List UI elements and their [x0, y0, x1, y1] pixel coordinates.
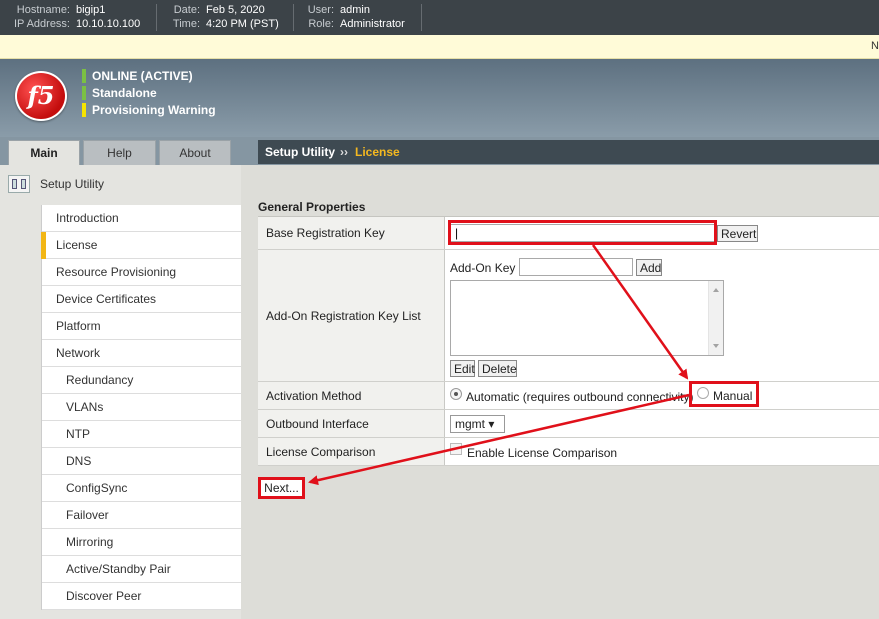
datetime-info: Date: Feb 5, 2020 Time: 4:20 PM (PST) [168, 3, 279, 31]
host-info: Hostname: bigip1 IP Address: 10.10.10.100 [10, 3, 140, 31]
hostname-label: Hostname: [16, 4, 70, 16]
main-content: General Properties Base Registration Key… [241, 165, 879, 619]
comparison-label: License Comparison [266, 445, 376, 459]
next-button[interactable]: Next... [258, 477, 305, 499]
sidebar-item-license[interactable]: License [41, 232, 241, 259]
status-standalone-text: Standalone [92, 86, 157, 100]
manual-label: Manual [713, 389, 757, 403]
status-online-text: ONLINE (ACTIVE) [92, 69, 193, 83]
row-addon-keys: Add-On Registration Key List Add-On Key … [258, 250, 879, 382]
sidebar-menu: Introduction License Resource Provisioni… [41, 205, 241, 610]
hostname-value: bigip1 [76, 4, 106, 16]
status-indicator-icon [82, 86, 86, 100]
date-value: Feb 5, 2020 [206, 4, 265, 16]
comparison-option-label: Enable License Comparison [467, 446, 618, 460]
row-outbound-interface: Outbound Interface mgmt ▾ [258, 410, 879, 438]
automatic-radio[interactable] [450, 388, 462, 400]
activation-label: Activation Method [266, 389, 362, 403]
row-base-registration-key: Base Registration Key Revert [258, 217, 879, 250]
addon-key-list[interactable] [450, 280, 724, 356]
sidebar-item-vlans[interactable]: VLANs [42, 394, 241, 421]
sidebar-item-network[interactable]: Network [42, 340, 241, 367]
tab-about[interactable]: About [159, 140, 231, 165]
license-form: Base Registration Key Revert Add-On Regi… [258, 216, 879, 466]
addon-key-input[interactable] [519, 258, 633, 276]
sidebar-item-introduction[interactable]: Introduction [42, 205, 241, 232]
sidebar-item-ntp[interactable]: NTP [42, 421, 241, 448]
breadcrumb-root[interactable]: Setup Utility [265, 145, 335, 159]
section-title: General Properties [258, 200, 366, 214]
edit-button[interactable]: Edit [450, 360, 475, 377]
setup-utility-icon [8, 175, 30, 193]
sidebar-item-device-certificates[interactable]: Device Certificates [42, 286, 241, 313]
sidebar-item-active-standby-pair[interactable]: Active/Standby Pair [42, 556, 241, 583]
addon-label: Add-On Registration Key List [266, 309, 421, 323]
scroll-up-icon[interactable] [713, 288, 719, 292]
user-value: admin [340, 4, 370, 16]
status-indicator-icon [82, 69, 86, 83]
breadcrumb-separator: ›› [340, 145, 348, 159]
status-indicator-icon [82, 103, 86, 117]
add-button[interactable]: Add [636, 259, 662, 276]
tab-help[interactable]: Help [83, 140, 156, 165]
time-label: Time: [172, 18, 200, 30]
role-label: Role: [308, 18, 334, 30]
status-provisioning-text: Provisioning Warning [92, 103, 216, 117]
scroll-down-icon[interactable] [713, 344, 719, 348]
sidebar-item-redundancy[interactable]: Redundancy [42, 367, 241, 394]
divider [421, 4, 422, 31]
outbound-label: Outbound Interface [266, 417, 369, 431]
sidebar-item-discover-peer[interactable]: Discover Peer [42, 583, 241, 610]
ip-label: IP Address: [13, 18, 70, 30]
ip-value: 10.10.10.100 [76, 18, 141, 30]
top-info-bar: Hostname: bigip1 IP Address: 10.10.10.100 … [0, 0, 879, 35]
scrollbar[interactable] [708, 281, 723, 355]
user-label: User: [307, 4, 334, 16]
outbound-interface-select[interactable]: mgmt ▾ [450, 415, 505, 433]
row-activation-method: Activation Method Automatic (requires ou… [258, 382, 879, 410]
license-comparison-checkbox[interactable] [450, 443, 462, 455]
header-banner: f5 ONLINE (ACTIVE) Standalone Provisioni… [0, 59, 879, 137]
base-key-label: Base Registration Key [266, 226, 385, 240]
sidebar-header-label: Setup Utility [40, 177, 105, 191]
logo-text: f5 [27, 81, 55, 110]
time-value: 4:20 PM (PST) [206, 18, 279, 30]
notice-bar: N [0, 35, 879, 59]
addon-key-label: Add-On Key [450, 261, 516, 275]
user-info: User: admin Role: Administrator [302, 3, 405, 31]
sidebar-item-dns[interactable]: DNS [42, 448, 241, 475]
tab-main[interactable]: Main [8, 140, 80, 165]
date-label: Date: [173, 4, 200, 16]
f5-logo[interactable]: f5 [15, 71, 67, 121]
sidebar-item-failover[interactable]: Failover [42, 502, 241, 529]
revert-button[interactable]: Revert [717, 225, 758, 242]
breadcrumb: Setup Utility ›› License [258, 140, 879, 164]
role-value: Administrator [340, 18, 405, 30]
divider [293, 4, 294, 31]
row-license-comparison: License Comparison Enable License Compar… [258, 438, 879, 466]
automatic-label: Automatic (requires outbound connectivit… [466, 390, 694, 404]
sidebar-item-mirroring[interactable]: Mirroring [42, 529, 241, 556]
delete-button[interactable]: Delete [478, 360, 517, 377]
base-registration-key-input[interactable] [450, 224, 715, 242]
notice-text: N [871, 40, 879, 52]
sidebar-item-resource-provisioning[interactable]: Resource Provisioning [42, 259, 241, 286]
sidebar-item-configsync[interactable]: ConfigSync [42, 475, 241, 502]
breadcrumb-current: License [355, 145, 400, 159]
divider [156, 4, 157, 31]
sidebar: Setup Utility Introduction License Resou… [0, 165, 241, 619]
manual-radio[interactable] [697, 387, 709, 399]
sidebar-item-platform[interactable]: Platform [42, 313, 241, 340]
